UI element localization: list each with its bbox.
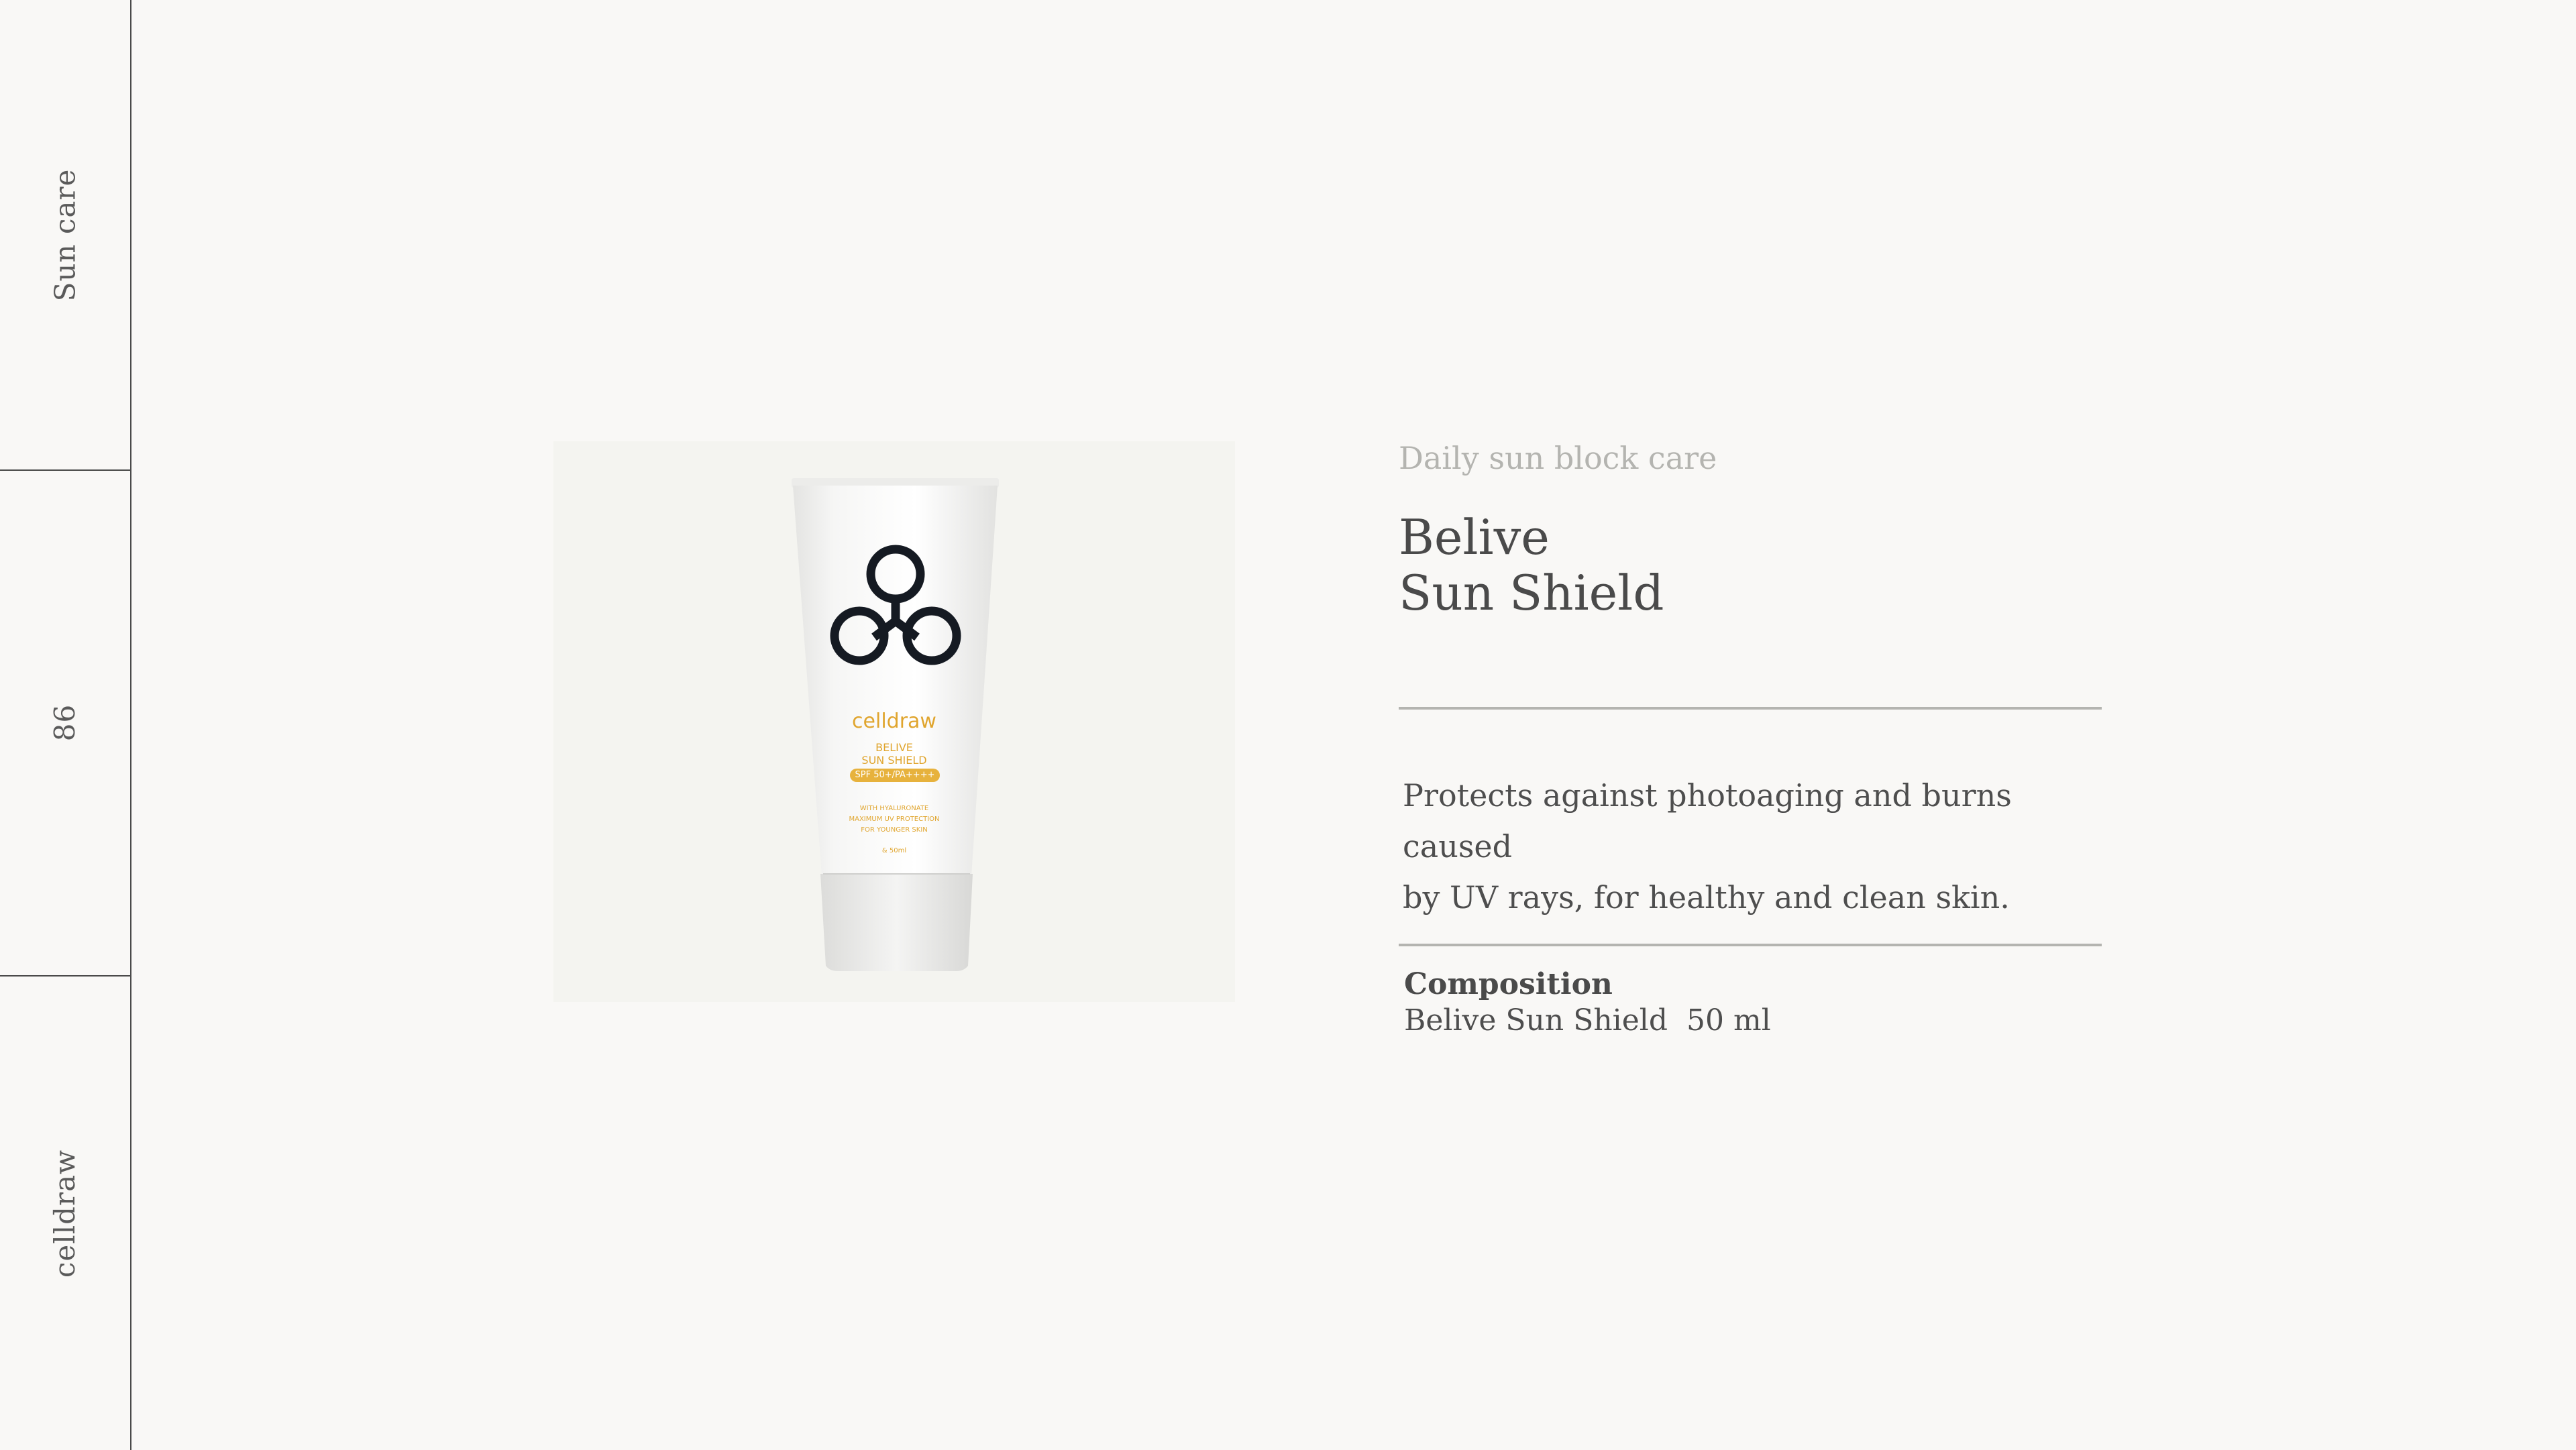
tube-cap (820, 874, 973, 971)
divider (1399, 707, 2102, 710)
composition-item-name: Belive Sun Shield (1404, 1003, 1668, 1038)
product-title-line: Belive (1399, 509, 1550, 565)
sidebar-category-label: Sun care (48, 168, 82, 301)
composition-heading: Composition (1404, 967, 1613, 1001)
tube-name-text: SUN SHIELD (861, 754, 927, 767)
product-subtitle: Daily sun block care (1399, 440, 1717, 476)
composition-item: Belive Sun Shield 50 ml (1404, 1003, 1771, 1038)
tube-fine-text: MAXIMUM UV PROTECTION (849, 816, 940, 823)
tube-brand-text: celldraw (852, 710, 936, 733)
composition-item-volume: 50 ml (1686, 1003, 1771, 1038)
product-title: Belive Sun Shield (1399, 510, 1664, 621)
tube-name-text: BELIVE (875, 741, 913, 754)
description-line: Protects against photoaging and burns ca… (1403, 777, 2012, 865)
sidebar: Sun care 86 celldraw (0, 0, 131, 1450)
tube-volume-text: & 50ml (881, 847, 907, 854)
divider (1399, 944, 2102, 946)
sidebar-category: Sun care (0, 0, 130, 469)
tube-fine-text: FOR YOUNGER SKIN (861, 826, 928, 834)
tube-fine-text: WITH HYALURONATE (859, 805, 929, 812)
tube-spf-badge: SPF 50+/PA++++ (850, 769, 940, 782)
product-description: Protects against photoaging and burns ca… (1403, 770, 2100, 923)
sidebar-brand-label: celldraw (48, 1149, 82, 1278)
product-image: celldraw BELIVE SUN SHIELD SPF 50+/PA+++… (553, 441, 1235, 1002)
product-title-line: Sun Shield (1399, 565, 1664, 621)
page-number-label: 86 (48, 704, 82, 741)
description-line: by UV rays, for healthy and clean skin. (1403, 879, 2010, 915)
sidebar-brand: celldraw (0, 977, 130, 1450)
sidebar-page-number: 86 (0, 471, 130, 974)
